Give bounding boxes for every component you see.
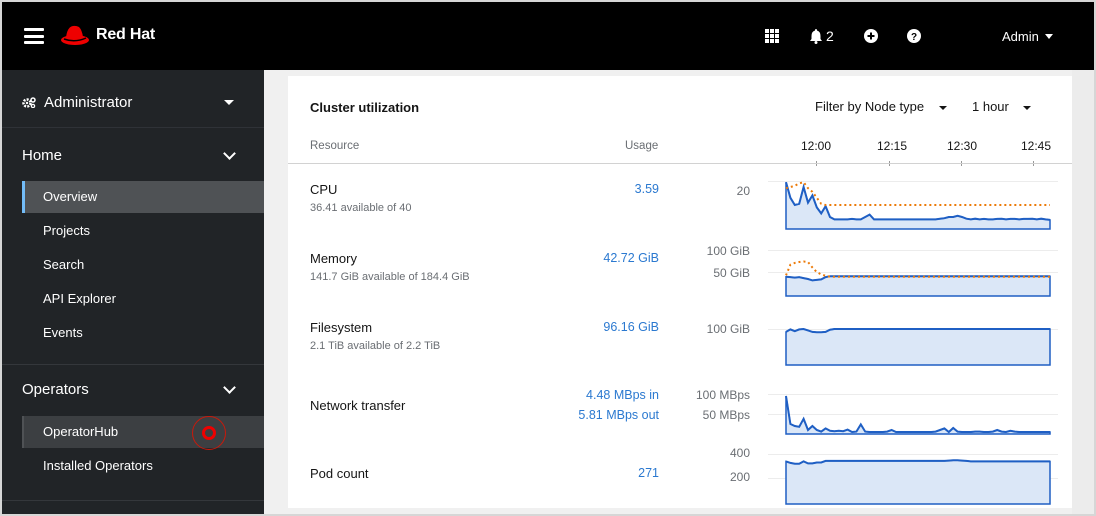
brand-name: Red Hat — [96, 26, 156, 43]
nav-item-operatorhub[interactable]: OperatorHub — [22, 416, 264, 448]
caret-down-icon — [1023, 106, 1031, 110]
usage-value-filesystem[interactable]: 96.16 GiB — [603, 318, 659, 337]
bell-icon — [810, 28, 822, 44]
cluster-utilization-card: Cluster utilization Filter by Node type … — [288, 76, 1072, 508]
pod-count-sparkline — [768, 454, 1058, 505]
nav-group-home[interactable]: Home — [22, 147, 62, 164]
time-axis-label: 12:00 — [801, 139, 832, 153]
usage-value-network-in[interactable]: 4.48 MBps in — [586, 386, 659, 405]
caret-down-icon — [939, 106, 947, 110]
time-range-dropdown[interactable]: 1 hour — [972, 99, 1009, 114]
resource-name-filesystem: Filesystem — [310, 320, 373, 335]
app-frame: Red Hat 2 ? Admin Administrator Home Ove… — [0, 0, 1096, 516]
sidebar: Administrator Home Overview Projects Sea… — [2, 70, 264, 514]
y-axis-label: 400 — [729, 446, 750, 460]
usage-value-network-out[interactable]: 5.81 MBps out — [578, 406, 659, 425]
page-scrollbar[interactable] — [1072, 70, 1094, 514]
chevron-down-icon — [223, 381, 236, 394]
cursor-icon — [202, 426, 216, 440]
usage-column-header: Usage — [625, 140, 659, 152]
nav-divider — [2, 500, 264, 501]
y-axis-label: 100 GiB — [706, 244, 750, 258]
red-hat-icon — [61, 25, 89, 45]
nav-item-overview[interactable]: Overview — [22, 181, 264, 213]
nav-divider — [2, 364, 264, 365]
brand-logo[interactable]: Red Hat — [60, 24, 155, 46]
y-axis-label: 200 — [729, 470, 750, 484]
network-sparkline — [768, 394, 1058, 435]
series-limit-line — [785, 181, 1050, 206]
svg-text:?: ? — [911, 32, 917, 43]
time-axis-label: 12:45 — [1021, 139, 1052, 153]
app-launcher-button[interactable] — [765, 29, 779, 43]
time-range-label: 1 hour — [972, 99, 1009, 114]
usage-value-cpu[interactable]: 3.59 — [635, 180, 659, 199]
y-axis-label: 100 MBps — [695, 388, 750, 402]
series-usage-area — [785, 328, 1051, 366]
plus-circle-icon — [864, 29, 878, 43]
resource-name-network: Network transfer — [310, 398, 406, 413]
nav-item-projects[interactable]: Projects — [22, 215, 264, 247]
perspective-switcher[interactable]: Administrator — [2, 70, 264, 128]
card-title: Cluster utilization — [310, 100, 420, 115]
time-axis-label: 12:30 — [947, 139, 978, 153]
resource-column-header: Resource — [310, 140, 360, 152]
add-button[interactable] — [864, 29, 878, 43]
caret-down-icon — [224, 100, 234, 105]
y-axis-label: 20 — [736, 184, 750, 198]
cogs-icon — [22, 97, 36, 108]
node-type-filter[interactable]: Filter by Node type — [815, 99, 924, 114]
help-button[interactable]: ? — [907, 29, 921, 43]
user-name: Admin — [1002, 28, 1039, 44]
notification-count: 2 — [826, 28, 834, 44]
nav-item-events[interactable]: Events — [22, 317, 264, 349]
nav-item-api-explorer[interactable]: API Explorer — [22, 283, 264, 315]
usage-value-pods[interactable]: 271 — [638, 464, 659, 483]
nav-item-installed-operators[interactable]: Installed Operators — [22, 450, 264, 482]
menu-icon[interactable] — [24, 28, 44, 44]
resource-name-pods: Pod count — [310, 466, 369, 481]
series-request-line — [785, 260, 1050, 278]
filter-label: Filter by Node type — [815, 99, 925, 114]
user-menu[interactable]: Admin — [1002, 29, 1082, 44]
usage-value-memory[interactable]: 42.72 GiB — [603, 249, 659, 268]
help-icon: ? — [907, 29, 921, 43]
nav-item-search[interactable]: Search — [22, 249, 264, 281]
header-divider — [288, 163, 1072, 164]
app-launcher-icon — [765, 29, 779, 43]
time-axis-label: 12:15 — [877, 139, 908, 153]
y-axis-label: 100 GiB — [706, 322, 750, 336]
resource-name-cpu: CPU — [310, 182, 338, 197]
nav-group-operators[interactable]: Operators — [22, 381, 89, 398]
series-usage-area — [785, 275, 1051, 297]
y-axis-label: 50 GiB — [713, 266, 750, 280]
perspective-label: Administrator — [44, 94, 133, 111]
resource-sub-filesystem: 2.1 TiB available of 2.2 TiB — [310, 340, 441, 352]
memory-sparkline — [768, 250, 1058, 297]
filesystem-sparkline — [768, 327, 1058, 366]
resource-sub-memory: 141.7 GiB available of 184.4 GiB — [310, 271, 470, 283]
resource-sub-cpu: 36.41 available of 40 — [310, 202, 412, 214]
masthead: Red Hat 2 ? Admin — [2, 2, 1094, 70]
notifications-button[interactable]: 2 — [810, 28, 834, 44]
cpu-sparkline — [768, 181, 1058, 230]
chevron-down-icon — [223, 147, 236, 160]
series-pods-area — [785, 459, 1051, 505]
y-axis-label: 50 MBps — [702, 408, 750, 422]
caret-down-icon — [1044, 33, 1053, 39]
resource-name-memory: Memory — [310, 251, 357, 266]
